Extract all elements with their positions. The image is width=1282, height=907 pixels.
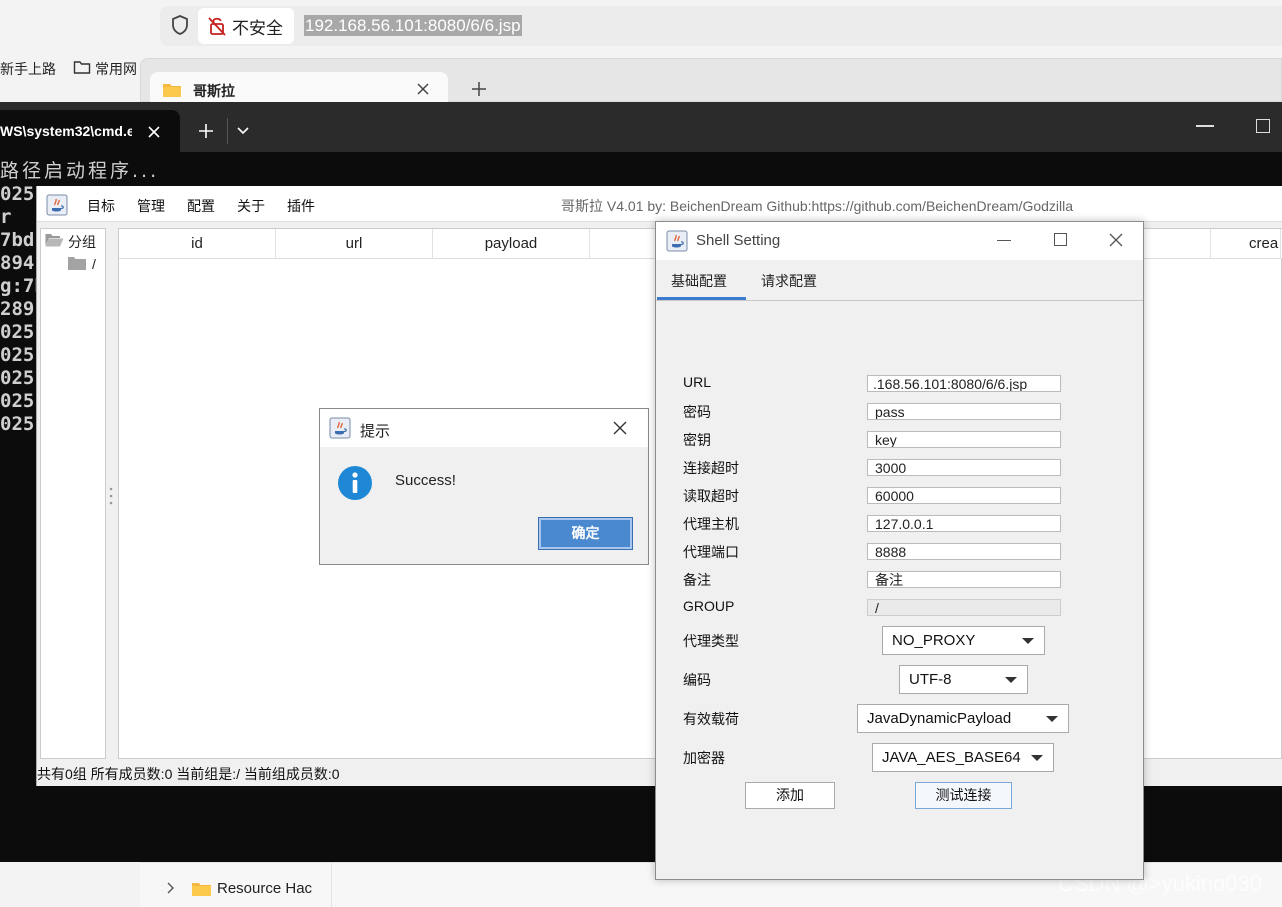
folder-open-icon: [45, 234, 64, 247]
close-icon[interactable]: [414, 80, 432, 98]
proxy-type-select[interactable]: NO_PROXY: [882, 626, 1045, 655]
terminal-line: 路径启动程序...: [0, 160, 160, 182]
caret-down-icon: [1031, 755, 1043, 761]
column-header[interactable]: crea: [1211, 229, 1281, 259]
encoding-select[interactable]: UTF-8: [899, 665, 1028, 694]
insecure-label: 不安全: [232, 19, 283, 38]
java-icon: [666, 230, 688, 252]
close-icon[interactable]: [146, 124, 162, 140]
plus-icon[interactable]: [470, 80, 488, 98]
folder-icon: [192, 883, 211, 896]
folder-icon: [163, 84, 181, 97]
caret-down-icon: [1046, 716, 1058, 722]
password-field[interactable]: pass: [867, 403, 1061, 420]
column-header[interactable]: id: [119, 229, 276, 259]
chevron-down-icon[interactable]: [236, 126, 250, 136]
field-label: 代理主机: [683, 516, 739, 532]
field-label: 读取超时: [683, 488, 739, 504]
tab-request-config[interactable]: 请求配置: [761, 271, 817, 291]
field-label: 备注: [683, 572, 711, 588]
add-button[interactable]: 添加: [745, 782, 835, 809]
minimize-icon[interactable]: [997, 240, 1011, 241]
dialog-message: Success!: [395, 472, 456, 489]
dialog-title: Shell Setting: [696, 232, 781, 249]
field-label: 有效载荷: [683, 711, 739, 727]
minimize-icon[interactable]: [1196, 125, 1214, 127]
tab-basic-config[interactable]: 基础配置: [671, 271, 727, 291]
shield-icon[interactable]: [170, 14, 190, 36]
url-text[interactable]: 192.168.56.101:8080/6/6.jsp: [304, 15, 522, 36]
close-icon[interactable]: [1108, 232, 1124, 248]
explorer-item-label[interactable]: Resource Hac: [217, 880, 317, 897]
key-field[interactable]: key: [867, 431, 1061, 448]
read-timeout-field[interactable]: 60000: [867, 487, 1061, 504]
ok-button[interactable]: 确定: [538, 517, 633, 550]
terminal-tab-title: WS\system32\cmd.e: [0, 123, 132, 139]
cryption-select[interactable]: JAVA_AES_BASE64: [872, 743, 1054, 772]
group-tree: [40, 228, 106, 759]
field-label: GROUP: [683, 598, 735, 614]
payload-select[interactable]: JavaDynamicPayload: [857, 704, 1069, 733]
tree-node-root[interactable]: /: [92, 256, 96, 272]
dialog-title: 提示: [360, 423, 391, 440]
divider: [656, 300, 1143, 301]
menu-about[interactable]: 关于: [237, 196, 265, 216]
java-icon: [329, 417, 351, 439]
field-label: 编码: [683, 672, 711, 688]
divider: [227, 118, 228, 144]
column-header[interactable]: payload: [433, 229, 590, 259]
tree-node-group[interactable]: 分组: [68, 232, 96, 252]
bookmark-item[interactable]: 新手上路: [0, 59, 56, 79]
maximize-icon[interactable]: [1256, 119, 1270, 133]
remark-field[interactable]: 备注: [867, 571, 1061, 588]
field-label: 加密器: [683, 750, 725, 766]
proxy-port-field[interactable]: 8888: [867, 543, 1061, 560]
field-label: 密码: [683, 404, 711, 420]
test-connection-button[interactable]: 测试连接: [915, 782, 1012, 809]
menu-config[interactable]: 配置: [187, 196, 215, 216]
menu-manage[interactable]: 管理: [137, 196, 165, 216]
field-label: 密钥: [683, 432, 711, 448]
menu-target[interactable]: 目标: [87, 196, 115, 216]
window-title: 哥斯拉 V4.01 by: BeichenDream Github:https:…: [561, 198, 1074, 214]
url-field[interactable]: .168.56.101:8080/6/6.jsp: [867, 375, 1061, 392]
menu-plugins[interactable]: 插件: [287, 196, 315, 216]
close-icon[interactable]: [612, 420, 628, 436]
chevron-right-icon[interactable]: [166, 882, 174, 894]
select-value: NO_PROXY: [892, 632, 976, 649]
status-bar: 共有0组 所有成员数:0 当前组是:/ 当前组成员数:0: [37, 766, 340, 782]
tab-title: 哥斯拉: [193, 83, 235, 99]
field-label: 代理类型: [683, 633, 739, 649]
caret-down-icon: [1022, 638, 1034, 644]
java-icon: [46, 194, 68, 216]
maximize-icon[interactable]: [1054, 233, 1067, 246]
select-value: JavaDynamicPayload: [867, 710, 1012, 727]
bookmark-item[interactable]: 常用网: [95, 59, 137, 79]
group-field: /: [867, 599, 1061, 616]
insecure-lock-icon: [208, 17, 226, 36]
folder-icon: [68, 257, 86, 270]
select-value: JAVA_AES_BASE64: [882, 749, 1021, 766]
proxy-host-field[interactable]: 127.0.0.1: [867, 515, 1061, 532]
info-icon: [338, 466, 372, 500]
field-label: URL: [683, 374, 712, 390]
folder-icon: [73, 61, 91, 74]
caret-down-icon: [1005, 677, 1017, 683]
field-label: 代理端口: [683, 544, 739, 560]
splitter-handle[interactable]: [109, 486, 113, 506]
select-value: UTF-8: [909, 671, 952, 688]
column-header[interactable]: url: [276, 229, 433, 259]
plus-icon[interactable]: [198, 123, 214, 139]
terminal-titlebar: [0, 102, 1282, 152]
connect-timeout-field[interactable]: 3000: [867, 459, 1061, 476]
field-label: 连接超时: [683, 460, 739, 476]
